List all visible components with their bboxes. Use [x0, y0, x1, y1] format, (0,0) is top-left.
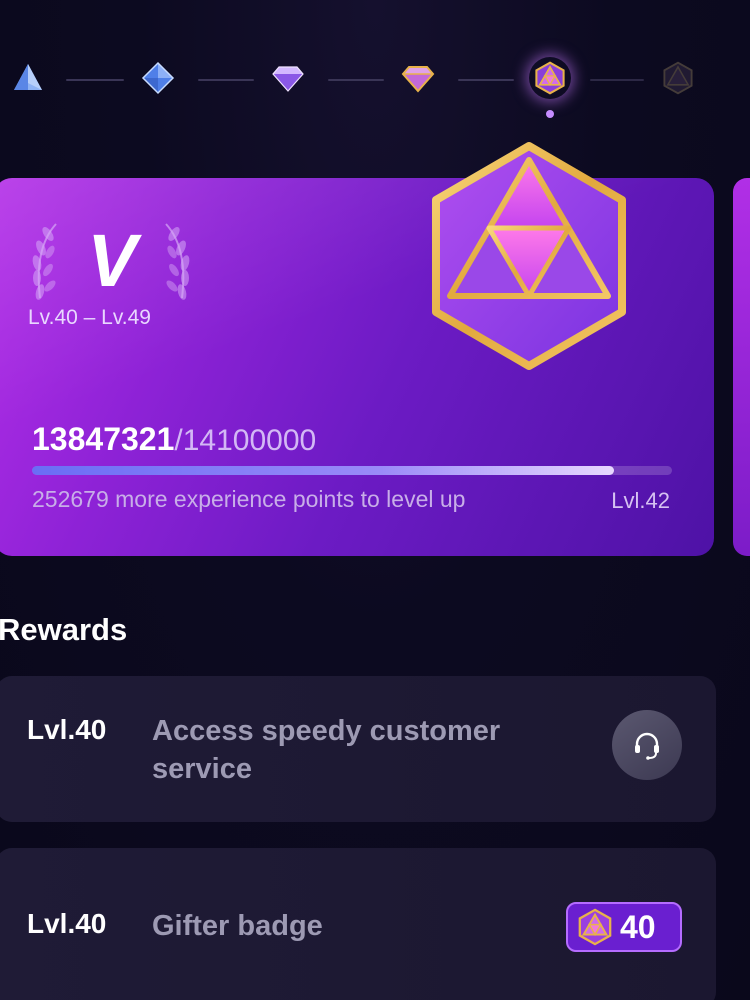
- badge-value: 40: [620, 908, 656, 945]
- tier-connector: [590, 79, 644, 81]
- reward-level: Lvl.40: [27, 908, 107, 939]
- tier-connector: [66, 79, 124, 81]
- customer-service-button[interactable]: [612, 710, 682, 780]
- current-tier-indicator: [546, 110, 554, 118]
- icosahedron-badge-icon: [432, 142, 626, 370]
- rewards-title: Rewards: [0, 612, 128, 647]
- tier-5-icosahedron-icon[interactable]: [529, 57, 571, 99]
- tier-connector: [198, 79, 254, 81]
- tier-4-gold-diamond-icon[interactable]: [400, 60, 436, 96]
- next-tier-card-peek[interactable]: [733, 178, 750, 556]
- reward-description: Access speedy customer service: [152, 715, 501, 785]
- xp-current: 13847321: [32, 421, 175, 457]
- xp-progress-text: 13847321/14100000: [32, 421, 316, 458]
- current-level: Lvl.42: [611, 488, 670, 513]
- level-card[interactable]: V Lv.40 – Lv.49 13847321/14100000 252679…: [0, 142, 714, 556]
- reward-row[interactable]: Lvl.40 Access speedy customer service: [0, 676, 716, 822]
- tier-connector: [458, 79, 514, 81]
- reward-row[interactable]: Lvl.40 Gifter badge 40: [0, 848, 716, 1000]
- tier-1-pyramid-icon[interactable]: [10, 60, 46, 96]
- xp-progress-fill: [32, 466, 615, 475]
- headset-icon: [635, 732, 659, 760]
- laurel-right-icon: [165, 223, 190, 300]
- tier-letter: V: [87, 219, 137, 302]
- tier-connector: [328, 79, 384, 81]
- tier-level-range: Lv.40 – Lv.49: [28, 306, 151, 329]
- tier-progress-track: [0, 52, 750, 122]
- gifter-badge[interactable]: 40: [566, 902, 682, 952]
- reward-level: Lvl.40: [27, 714, 107, 745]
- xp-progress-bar: [32, 466, 672, 475]
- icosahedron-badge-icon: [578, 908, 612, 946]
- tier-emblem: V: [22, 218, 192, 308]
- xp-remaining-text: 252679 more experience points to level u…: [32, 486, 466, 512]
- laurel-left-icon: [32, 223, 57, 300]
- xp-target: /14100000: [174, 424, 317, 457]
- tier-3-diamond-icon[interactable]: [270, 60, 306, 96]
- tier-6-locked-icon[interactable]: [660, 60, 696, 96]
- tier-2-octahedron-icon[interactable]: [140, 60, 176, 96]
- reward-description: Gifter badge: [152, 910, 323, 942]
